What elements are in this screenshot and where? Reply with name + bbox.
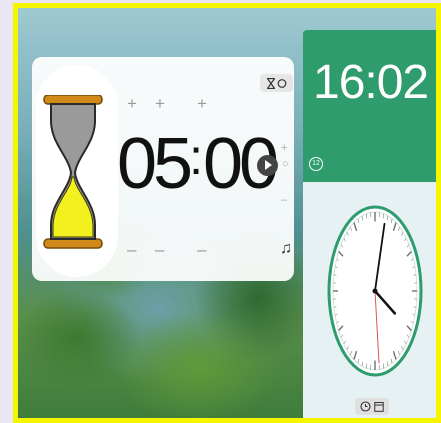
highlight-frame: + + + 05:00 – – – + ○ – ♫ 16:02 12 xyxy=(13,3,441,423)
hourglass-mode-icon xyxy=(266,77,275,89)
timer-widget: + + + 05:00 – – – + ○ – ♫ xyxy=(32,57,294,281)
format-12h-badge[interactable]: 12 xyxy=(309,157,323,171)
extra-indicator: ○ xyxy=(282,158,289,170)
minutes-down-arrow[interactable]: – xyxy=(155,241,164,258)
hours-down-arrow[interactable]: – xyxy=(127,241,136,258)
stopwatch-mode-icon xyxy=(277,79,286,88)
timer-minutes: 05 xyxy=(117,124,193,204)
analog-mode-icon xyxy=(360,401,371,412)
seconds-down-arrow[interactable]: – xyxy=(197,241,206,258)
calendar-mode-icon xyxy=(374,402,384,412)
play-button[interactable] xyxy=(257,155,278,176)
hourglass-icon xyxy=(43,95,103,249)
analog-clock-face xyxy=(327,205,423,377)
timer-mode-toggle[interactable] xyxy=(260,74,293,92)
digital-clock-widget: 16:02 12 xyxy=(303,30,436,182)
music-icon[interactable]: ♫ xyxy=(280,240,292,258)
extra-up-arrow[interactable]: + xyxy=(281,143,287,154)
digital-clock-time: 16:02 xyxy=(313,56,429,109)
extra-down-arrow[interactable]: – xyxy=(281,195,287,206)
minutes-up-arrow[interactable]: + xyxy=(155,95,165,112)
timer-colon: : xyxy=(189,129,203,185)
analog-clock-widget xyxy=(303,182,436,418)
clock-mode-toggle[interactable] xyxy=(355,398,389,415)
timer-display[interactable]: 05:00 xyxy=(117,117,279,204)
hours-up-arrow[interactable]: + xyxy=(127,95,137,112)
seconds-up-arrow[interactable]: + xyxy=(197,95,207,112)
